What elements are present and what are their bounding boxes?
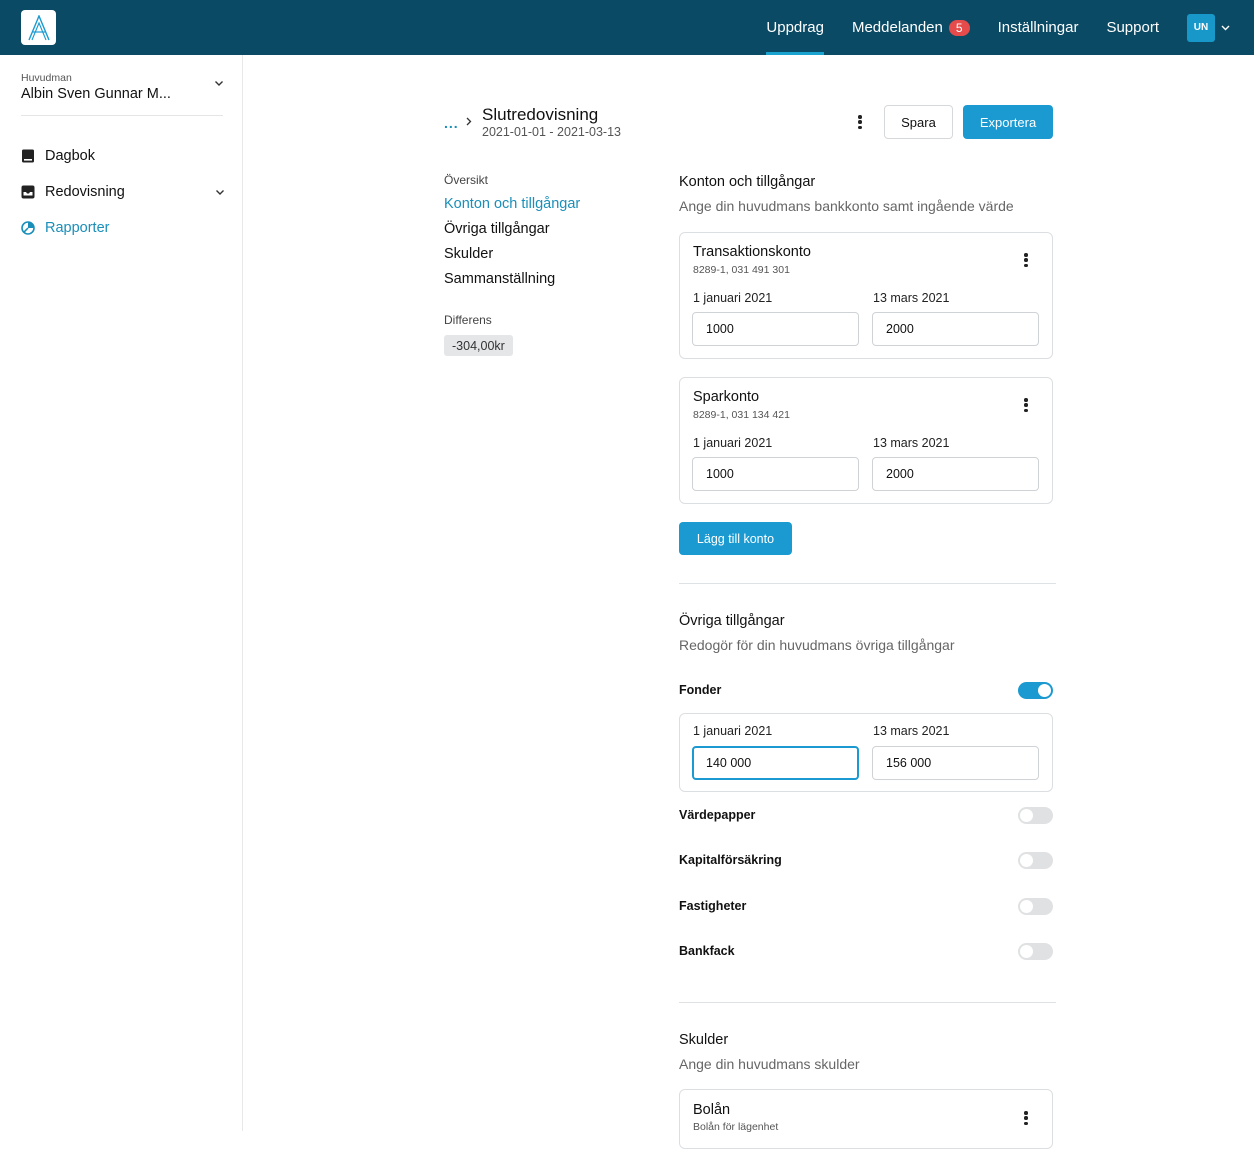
securities-toggle[interactable] bbox=[1018, 807, 1053, 824]
section-subtitle-accounts: Ange din huvudmans bankkonto samt ingåen… bbox=[679, 198, 1014, 214]
nav-label: Support bbox=[1106, 19, 1159, 36]
toggle-knob bbox=[1038, 684, 1051, 697]
end-value-input[interactable]: 2000 bbox=[872, 457, 1039, 491]
more-options-icon[interactable] bbox=[1023, 1111, 1029, 1125]
debt-card: Bolån Bolån för lägenhet bbox=[679, 1089, 1053, 1149]
funds-toggle[interactable] bbox=[1018, 682, 1053, 699]
start-value-input[interactable]: 1000 bbox=[692, 457, 859, 491]
funds-label: Fonder bbox=[679, 683, 722, 697]
nav-label: Meddelanden bbox=[851, 19, 943, 36]
end-date-label: 13 mars 2021 bbox=[873, 724, 950, 738]
end-date-label: 13 mars 2021 bbox=[873, 436, 950, 450]
end-value-input[interactable]: 2000 bbox=[872, 312, 1039, 346]
book-icon bbox=[22, 149, 34, 163]
capital-insurance-label: Kapitalförsäkring bbox=[679, 853, 782, 867]
chevron-down-icon bbox=[216, 189, 224, 195]
section-title-other-assets: Övriga tillgångar bbox=[679, 613, 785, 629]
toc-item-ovriga[interactable]: Övriga tillgångar bbox=[444, 221, 550, 237]
unread-badge: 5 bbox=[948, 19, 970, 36]
principal-name[interactable]: Albin Sven Gunnar M... bbox=[21, 86, 171, 102]
logo-a-icon bbox=[27, 14, 50, 40]
sidebar-item-rapporter[interactable]: Rapporter bbox=[21, 218, 227, 238]
safe-deposit-toggle[interactable] bbox=[1018, 943, 1053, 960]
start-date-label: 1 januari 2021 bbox=[693, 436, 773, 450]
main-nav: Uppdrag Meddelanden 5 Inställningar Supp… bbox=[766, 0, 1254, 55]
account-card: Transaktionskonto 8289-1, 031 491 301 1 … bbox=[679, 232, 1053, 359]
account-name: Sparkonto bbox=[693, 389, 760, 405]
pie-chart-icon bbox=[21, 221, 35, 235]
user-menu[interactable]: UN bbox=[1187, 13, 1230, 42]
sidebar-item-dagbok[interactable]: Dagbok bbox=[21, 146, 227, 166]
divider bbox=[679, 1002, 1056, 1003]
toggle-knob bbox=[1020, 945, 1033, 958]
capital-insurance-toggle[interactable] bbox=[1018, 852, 1053, 869]
avatar: UN bbox=[1187, 13, 1215, 42]
securities-label: Värdepapper bbox=[679, 808, 756, 822]
start-value-input[interactable]: 140 000 bbox=[692, 746, 859, 780]
app-logo[interactable] bbox=[21, 10, 56, 45]
real-estate-label: Fastigheter bbox=[679, 899, 747, 913]
start-date-label: 1 januari 2021 bbox=[693, 724, 773, 738]
sidebar-item-label: Rapporter bbox=[45, 220, 110, 236]
nav-installningar[interactable]: Inställningar bbox=[998, 0, 1079, 55]
end-value-input[interactable]: 156 000 bbox=[872, 746, 1039, 780]
debt-description: Bolån för lägenhet bbox=[693, 1121, 779, 1133]
section-title-accounts: Konton och tillgångar bbox=[679, 174, 816, 190]
toggle-knob bbox=[1020, 900, 1033, 913]
difference-label: Differens bbox=[444, 313, 492, 327]
save-button[interactable]: Spara bbox=[884, 105, 953, 139]
nav-uppdrag[interactable]: Uppdrag bbox=[766, 0, 824, 55]
nav-label: Uppdrag bbox=[766, 19, 824, 36]
sidebar: Huvudman Albin Sven Gunnar M... Dagbok R… bbox=[0, 55, 243, 1131]
account-card: Sparkonto 8289-1, 031 134 421 1 januari … bbox=[679, 377, 1053, 504]
page-title: Slutredovisning bbox=[482, 105, 599, 124]
breadcrumb-back[interactable]: ... bbox=[444, 115, 459, 131]
add-account-button[interactable]: Lägg till konto bbox=[679, 522, 792, 555]
toc-item-skulder[interactable]: Skulder bbox=[444, 246, 493, 262]
divider bbox=[679, 583, 1056, 584]
inbox-icon bbox=[21, 185, 35, 199]
top-bar: Uppdrag Meddelanden 5 Inställningar Supp… bbox=[0, 0, 1254, 55]
divider bbox=[21, 115, 223, 116]
nav-meddelanden[interactable]: Meddelanden 5 bbox=[852, 0, 970, 55]
chevron-down-icon[interactable] bbox=[214, 80, 224, 87]
sidebar-item-label: Redovisning bbox=[45, 184, 125, 200]
funds-card: 1 januari 2021 13 mars 2021 140 000 156 … bbox=[679, 713, 1053, 792]
start-value-input[interactable]: 1000 bbox=[692, 312, 859, 346]
toggle-knob bbox=[1020, 809, 1033, 822]
section-subtitle-other-assets: Redogör för din huvudmans övriga tillgån… bbox=[679, 637, 955, 653]
toggle-knob bbox=[1020, 854, 1033, 867]
account-number: 8289-1, 031 134 421 bbox=[693, 409, 790, 421]
end-date-label: 13 mars 2021 bbox=[873, 291, 950, 305]
more-options-icon[interactable] bbox=[1023, 253, 1029, 267]
section-title-debts: Skulder bbox=[679, 1032, 729, 1048]
date-range: 2021-01-01 - 2021-03-13 bbox=[482, 125, 621, 139]
more-options-icon[interactable] bbox=[857, 115, 863, 129]
nav-support[interactable]: Support bbox=[1106, 0, 1159, 55]
real-estate-toggle[interactable] bbox=[1018, 898, 1053, 915]
nav-label: Inställningar bbox=[997, 19, 1079, 36]
more-options-icon[interactable] bbox=[1023, 398, 1029, 412]
principal-label: Huvudman bbox=[21, 72, 72, 84]
start-date-label: 1 januari 2021 bbox=[693, 291, 773, 305]
chevron-right-icon bbox=[466, 117, 472, 126]
difference-badge: -304,00kr bbox=[444, 335, 513, 356]
account-number: 8289-1, 031 491 301 bbox=[693, 264, 790, 276]
export-button[interactable]: Exportera bbox=[963, 105, 1053, 139]
chevron-down-icon bbox=[1221, 25, 1230, 30]
sidebar-item-label: Dagbok bbox=[45, 148, 95, 164]
debt-name: Bolån bbox=[693, 1102, 731, 1118]
sidebar-item-redovisning[interactable]: Redovisning bbox=[21, 182, 227, 202]
safe-deposit-label: Bankfack bbox=[679, 944, 735, 958]
toc-heading: Översikt bbox=[444, 173, 489, 187]
section-subtitle-debts: Ange din huvudmans skulder bbox=[679, 1056, 860, 1072]
toc-item-sammanstallning[interactable]: Sammanställning bbox=[444, 271, 555, 287]
account-name: Transaktionskonto bbox=[693, 244, 811, 260]
toc-item-konton[interactable]: Konton och tillgångar bbox=[444, 196, 580, 212]
